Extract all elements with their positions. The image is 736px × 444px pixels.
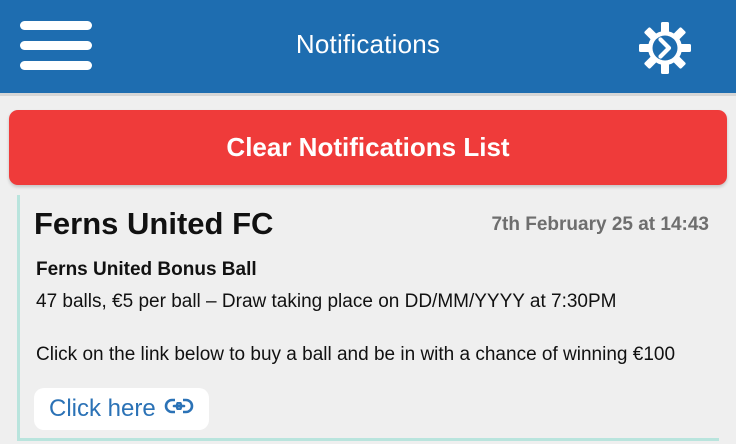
link-label: Click here [49,395,156,422]
clear-notifications-button[interactable]: Clear Notifications List [9,110,727,185]
notification-body-line-2: Click on the link below to buy a ball an… [36,344,676,365]
app-header: Notifications [0,0,736,96]
notification-timestamp: 7th February 25 at 14:43 [491,214,709,235]
menu-bar-bottom [20,61,92,70]
notification-club-name: Ferns United FC [34,206,274,241]
link-icon [164,387,194,429]
notification-body-line-1: 47 balls, €5 per ball – Draw taking plac… [36,291,617,312]
notification-card: Ferns United FC 7th February 25 at 14:43… [17,195,719,441]
page-title: Notifications [295,29,441,59]
click-here-link[interactable]: Click here [34,388,209,430]
gear-icon[interactable] [637,20,693,76]
notification-title: Ferns United Bonus Ball [36,259,257,280]
